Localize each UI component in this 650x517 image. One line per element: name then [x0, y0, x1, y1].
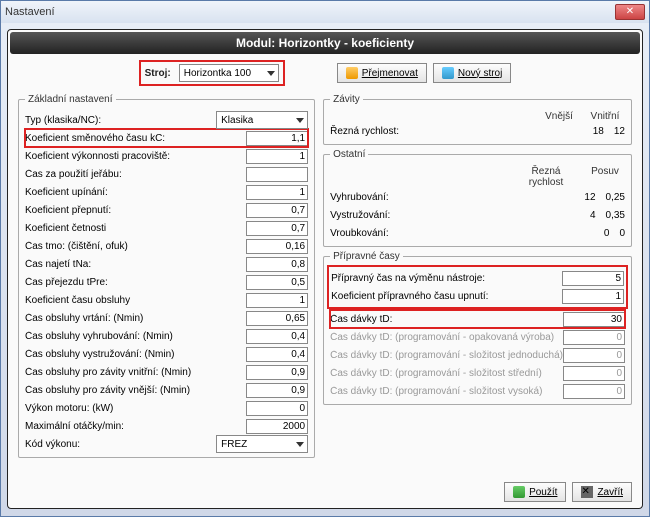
kcet-input[interactable]: 0,7	[246, 221, 308, 236]
jerab-input[interactable]	[246, 167, 308, 182]
settings-window: Nastavení ✕ Modul: Horizontky - koeficie…	[0, 0, 650, 517]
d1-label: Čas dávky tD: (programování - opakovaná …	[330, 332, 563, 343]
kup-input[interactable]: 1	[246, 185, 308, 200]
d3-label: Čas dávky tD: (programování - složitost …	[330, 368, 563, 379]
otacky-label: Maximální otáčky/min:	[25, 421, 246, 432]
stroj-selector-highlight: Stroj: Horizontka 100	[139, 60, 285, 86]
group-pripravne-legend: Přípravné časy	[330, 251, 403, 262]
kod-label: Kód výkonu:	[25, 439, 216, 450]
otacky-input[interactable]: 2000	[246, 419, 308, 434]
ost-vroub-r[interactable]: 0	[604, 228, 610, 239]
tpre-label: Čas přejezdu tPre:	[25, 277, 246, 288]
d2-label: Čas dávky tD: (programování - složitost …	[330, 350, 563, 361]
zvni-label: Čas obsluhy pro závity vnitřní: (Nmin)	[25, 367, 246, 378]
titlebar: Nastavení ✕	[1, 1, 649, 23]
group-pripravne: Přípravné časy Přípravný čas na výměnu n…	[323, 251, 632, 405]
kvp-input[interactable]: 1	[246, 149, 308, 164]
najeti-input[interactable]: 0,8	[246, 257, 308, 272]
vrt-label: Čas obsluhy vrtání: (Nmin)	[25, 313, 246, 324]
group-zakladni: Základní nastavení Typ (klasika/NC):Klas…	[18, 94, 315, 458]
ost-vroub-label: Vroubkování:	[330, 228, 604, 239]
new-machine-button[interactable]: Nový stroj	[433, 63, 511, 83]
kvp-label: Koeficient výkonnosti pracoviště:	[25, 151, 246, 162]
davky-input[interactable]: 30	[563, 312, 625, 327]
vykon-input[interactable]: 0	[246, 401, 308, 416]
kobs-input[interactable]: 1	[246, 293, 308, 308]
vykon-label: Výkon motoru: (kW)	[25, 403, 246, 414]
group-ostatni: Ostatní Řezná rychlostPosuv Vyhrubování:…	[323, 149, 632, 247]
ost-vystr-r[interactable]: 4	[590, 210, 596, 221]
ostatni-header: Řezná rychlostPosuv	[330, 166, 625, 188]
footer: Použít ✕Zavřít	[323, 478, 632, 502]
priprav-highlight-top: Přípravný čas na výměnu nástroje:5 Koefi…	[330, 268, 625, 306]
upnuti-input[interactable]: 1	[562, 289, 624, 304]
group-zavity-legend: Závity	[330, 94, 363, 105]
typ-label: Typ (klasika/NC):	[25, 115, 216, 126]
najeti-label: Čas najetí tNa:	[25, 259, 246, 270]
kup-label: Koeficient upínání:	[25, 187, 246, 198]
vrt-input[interactable]: 0,65	[246, 311, 308, 326]
d2-input: 0	[563, 348, 625, 363]
zavity-vnitrni-input[interactable]: 12	[614, 126, 625, 137]
rezna-label: Řezná rychlost:	[330, 126, 593, 137]
ost-vyhr-p[interactable]: 0,25	[606, 192, 625, 203]
vystr-label: Čas obsluhy vystružování: (Nmin)	[25, 349, 246, 360]
kcet-label: Koeficient četnosti	[25, 223, 246, 234]
ost-vystr-p[interactable]: 0,35	[606, 210, 625, 221]
vyhr-input[interactable]: 0,4	[246, 329, 308, 344]
kobs-label: Koeficient času obsluhy	[25, 295, 246, 306]
tmo-input[interactable]: 0,16	[246, 239, 308, 254]
tmo-label: Čas tmo: (čištění, ofuk)	[25, 241, 246, 252]
d4-label: Čas dávky tD: (programování - složitost …	[330, 386, 563, 397]
davky-row-highlight: Čas dávky tD:30	[330, 310, 625, 328]
ksc-row-highlight: Koeficient směnového času kC:1,1	[25, 129, 308, 147]
kod-select[interactable]: FREZ	[216, 435, 308, 453]
d3-input: 0	[563, 366, 625, 381]
kprep-input[interactable]: 0,7	[246, 203, 308, 218]
window-close-button[interactable]: ✕	[615, 4, 645, 20]
ksc-label: Koeficient směnového času kC:	[25, 133, 246, 144]
rename-icon	[346, 67, 358, 79]
vystr-input[interactable]: 0,4	[246, 347, 308, 362]
vymena-label: Přípravný čas na výměnu nástroje:	[331, 273, 562, 284]
apply-icon	[513, 486, 525, 498]
module-banner: Modul: Horizontky - koeficienty	[10, 32, 640, 54]
zavity-header: VnějšíVnitřní	[330, 111, 625, 122]
zvni-input[interactable]: 0,9	[246, 365, 308, 380]
tpre-input[interactable]: 0,5	[246, 275, 308, 290]
zvne-input[interactable]: 0,9	[246, 383, 308, 398]
zavity-vnejsi-input[interactable]: 18	[593, 126, 604, 137]
vyhr-label: Čas obsluhy vyhrubování: (Nmin)	[25, 331, 246, 342]
kprep-label: Koeficient přepnutí:	[25, 205, 246, 216]
d1-input: 0	[563, 330, 625, 345]
d4-input: 0	[563, 384, 625, 399]
window-title: Nastavení	[5, 6, 55, 18]
close-icon: ✕	[581, 486, 593, 498]
ksc-input[interactable]: 1,1	[246, 131, 308, 146]
apply-button[interactable]: Použít	[504, 482, 566, 502]
ost-vyhr-label: Vyhrubování:	[330, 192, 584, 203]
new-icon	[442, 67, 454, 79]
group-zavity: Závity VnějšíVnitřní Řezná rychlost: 18 1…	[323, 94, 632, 145]
vymena-input[interactable]: 5	[562, 271, 624, 286]
group-ostatni-legend: Ostatní	[330, 149, 368, 160]
stroj-label: Stroj:	[145, 68, 171, 79]
typ-select[interactable]: Klasika	[216, 111, 308, 129]
stroj-select[interactable]: Horizontka 100	[179, 64, 279, 82]
outer-panel: Modul: Horizontky - koeficienty Stroj: H…	[7, 29, 643, 509]
ost-vystr-label: Vystružování:	[330, 210, 590, 221]
ost-vyhr-r[interactable]: 12	[584, 192, 595, 203]
top-row: Stroj: Horizontka 100 Přejmenovat Nový s…	[18, 60, 632, 86]
upnuti-label: Koeficient přípravného času upnutí:	[331, 291, 562, 302]
ost-vroub-p[interactable]: 0	[619, 228, 625, 239]
zvne-label: Čas obsluhy pro závity vnější: (Nmin)	[25, 385, 246, 396]
davky-label: Čas dávky tD:	[330, 314, 563, 325]
jerab-label: Čas za použití jeřábu:	[25, 169, 246, 180]
group-zakladni-legend: Základní nastavení	[25, 94, 116, 105]
rename-button[interactable]: Přejmenovat	[337, 63, 427, 83]
close-button[interactable]: ✕Zavřít	[572, 482, 632, 502]
